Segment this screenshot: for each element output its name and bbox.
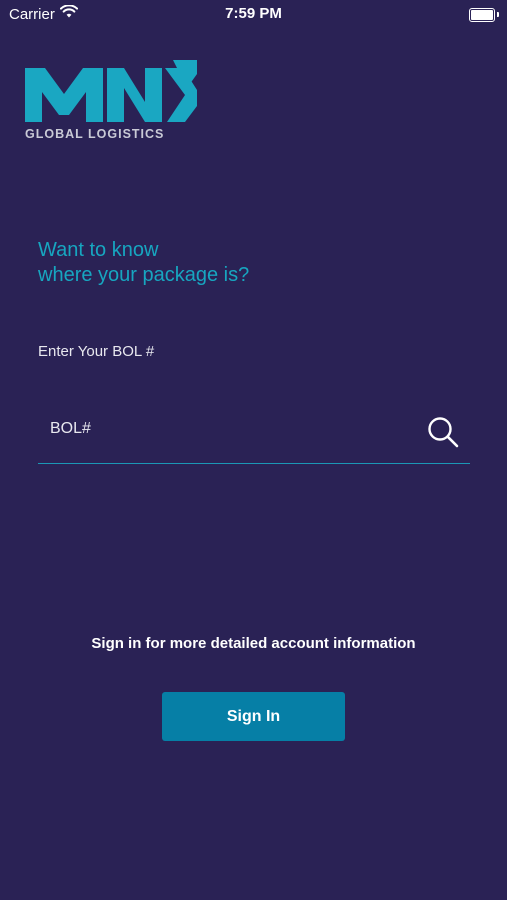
signin-message: Sign in for more detailed account inform… xyxy=(91,635,416,652)
status-time: 7:59 PM xyxy=(225,5,282,22)
bol-input-wrapper xyxy=(38,405,470,464)
headline: Want to know where your package is? xyxy=(38,238,468,288)
logo-subtitle: GLOBAL LOGISTICS xyxy=(25,127,165,141)
headline-line-2: where your package is? xyxy=(38,264,250,286)
mnx-logo-mark xyxy=(25,60,197,122)
bol-label: Enter Your BOL # xyxy=(38,343,155,360)
mnx-logo: GLOBAL LOGISTICS xyxy=(25,60,200,145)
search-icon[interactable] xyxy=(426,415,460,449)
bol-input[interactable] xyxy=(38,405,420,453)
battery-icon xyxy=(469,8,499,22)
sign-in-button[interactable]: Sign In xyxy=(162,692,345,741)
status-bar: Carrier 7:59 PM xyxy=(0,0,507,28)
headline-line-1: Want to know xyxy=(38,239,159,261)
